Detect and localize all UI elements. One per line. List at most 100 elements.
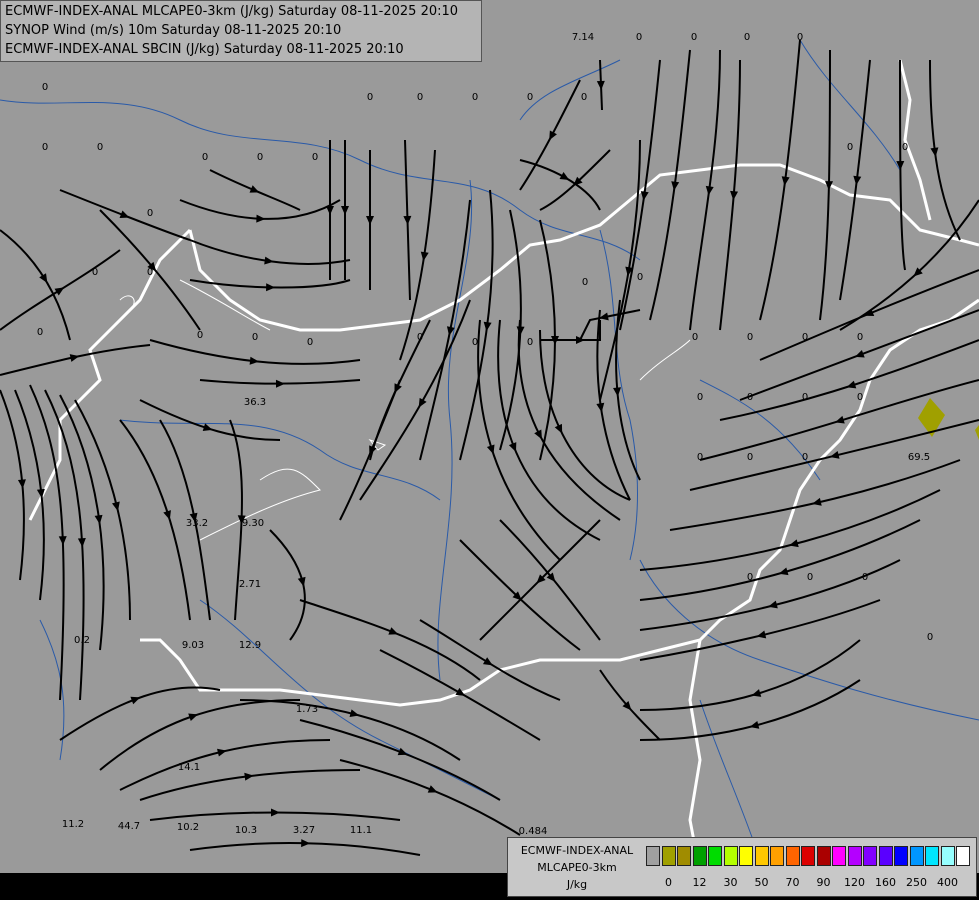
sbcin-value: 0 bbox=[312, 152, 318, 163]
sbcin-value: 0 bbox=[747, 452, 753, 463]
sbcin-value: 33.2 bbox=[186, 518, 208, 529]
header-line-cape: ECMWF-INDEX-ANAL MLCAPE0-3km (J/kg) Satu… bbox=[5, 4, 459, 19]
legend-tick: 120 bbox=[844, 876, 865, 889]
sbcin-value: 10.2 bbox=[177, 822, 199, 833]
sbcin-value: 0 bbox=[472, 92, 478, 103]
sbcin-value: 1.73 bbox=[296, 704, 318, 715]
sbcin-value: 0 bbox=[257, 152, 263, 163]
legend-swatch bbox=[956, 846, 970, 866]
sbcin-value: 44.7 bbox=[118, 821, 140, 832]
sbcin-value: 69.5 bbox=[908, 452, 930, 463]
legend-title-source: ECMWF-INDEX-ANAL bbox=[520, 844, 634, 857]
weather-map: 7.14 36.3 33.2 9.30 2.71 0.2 9.03 12.9 1.73 14.1 1… bbox=[0, 0, 979, 900]
legend-tick: 0 bbox=[665, 876, 672, 889]
legend-swatch bbox=[708, 846, 722, 866]
legend-tick: 160 bbox=[875, 876, 896, 889]
sbcin-value: 0 bbox=[307, 337, 313, 348]
sbcin-value: 11.2 bbox=[62, 819, 84, 830]
sbcin-value: 0 bbox=[802, 392, 808, 403]
sbcin-value: 0 bbox=[747, 572, 753, 583]
sbcin-value: 0 bbox=[862, 572, 868, 583]
sbcin-value: 0 bbox=[147, 267, 153, 278]
sbcin-value: 0 bbox=[202, 152, 208, 163]
legend-swatch bbox=[909, 846, 924, 866]
legend-swatch bbox=[863, 846, 877, 866]
sbcin-value: 0.484 bbox=[519, 826, 548, 837]
sbcin-value: 9.30 bbox=[242, 518, 264, 529]
legend-title-variable: MLCAPE0-3km bbox=[537, 861, 617, 874]
sbcin-value: 0 bbox=[527, 92, 533, 103]
cape-legend: ECMWF-INDEX-ANAL MLCAPE0-3km J/kg 0 12 30 5… bbox=[507, 837, 977, 897]
legend-tick: 400 bbox=[937, 876, 958, 889]
sbcin-value: 0 bbox=[472, 337, 478, 348]
legend-tick: 12 bbox=[692, 876, 707, 889]
legend-swatch bbox=[677, 846, 691, 866]
map-header: ECMWF-INDEX-ANAL MLCAPE0-3km (J/kg) Satu… bbox=[0, 0, 482, 62]
sbcin-value: 0 bbox=[857, 392, 863, 403]
sbcin-value: 0 bbox=[252, 332, 258, 343]
legend-swatch bbox=[847, 846, 862, 866]
sbcin-value: 0 bbox=[636, 32, 642, 43]
sbcin-value: 0 bbox=[692, 332, 698, 343]
legend-swatch bbox=[723, 846, 738, 866]
sbcin-value: 0 bbox=[367, 92, 373, 103]
sbcin-value: 0 bbox=[417, 92, 423, 103]
legend-swatch bbox=[770, 846, 784, 866]
sbcin-value: 3.27 bbox=[293, 825, 315, 836]
sbcin-value: 0 bbox=[92, 267, 98, 278]
header-line-wind: SYNOP Wind (m/s) 10m Saturday 08-11-2025… bbox=[5, 23, 342, 38]
header-line-cin: ECMWF-INDEX-ANAL SBCIN (J/kg) Saturday 0… bbox=[5, 42, 404, 57]
legend-swatch bbox=[816, 846, 831, 866]
legend-swatch bbox=[878, 846, 893, 866]
legend-swatch bbox=[754, 846, 769, 866]
sbcin-value: 0 bbox=[802, 332, 808, 343]
sbcin-value: 0.2 bbox=[74, 635, 90, 646]
sbcin-value: 10.3 bbox=[235, 825, 257, 836]
sbcin-value: 0 bbox=[637, 272, 643, 283]
sbcin-value: 2.71 bbox=[239, 579, 261, 590]
sbcin-value: 0 bbox=[847, 142, 853, 153]
sbcin-value: 7.14 bbox=[572, 32, 594, 43]
legend-swatch bbox=[692, 846, 707, 866]
sbcin-value: 11.1 bbox=[350, 825, 372, 836]
sbcin-value: 9.03 bbox=[182, 640, 204, 651]
legend-swatch bbox=[739, 846, 753, 866]
sbcin-value: 0 bbox=[42, 82, 48, 93]
sbcin-value: 0 bbox=[857, 332, 863, 343]
sbcin-value: 0 bbox=[691, 32, 697, 43]
sbcin-value: 0 bbox=[697, 392, 703, 403]
sbcin-value: 0 bbox=[42, 142, 48, 153]
sbcin-value: 0 bbox=[747, 332, 753, 343]
sbcin-value: 0 bbox=[97, 142, 103, 153]
legend-tick: 90 bbox=[816, 876, 831, 889]
sbcin-value: 0 bbox=[902, 142, 908, 153]
legend-swatch bbox=[646, 846, 660, 866]
legend-swatch bbox=[801, 846, 815, 866]
legend-swatch bbox=[785, 846, 800, 866]
sbcin-value: 36.3 bbox=[244, 397, 266, 408]
sbcin-value: 0 bbox=[744, 32, 750, 43]
sbcin-value: 0 bbox=[802, 452, 808, 463]
legend-swatch bbox=[832, 846, 846, 866]
legend-swatch bbox=[925, 846, 939, 866]
sbcin-value: 0 bbox=[197, 330, 203, 341]
sbcin-value: 0 bbox=[581, 92, 587, 103]
sbcin-value: 14.1 bbox=[178, 762, 200, 773]
legend-tick: 250 bbox=[906, 876, 927, 889]
legend-tick: 30 bbox=[723, 876, 738, 889]
sbcin-value: 0 bbox=[37, 327, 43, 338]
legend-swatch bbox=[940, 846, 955, 866]
legend-unit: J/kg bbox=[566, 878, 588, 891]
sbcin-value: 0 bbox=[927, 632, 933, 643]
legend-swatch bbox=[894, 846, 908, 866]
legend-tick: 70 bbox=[785, 876, 800, 889]
legend-tick: 50 bbox=[754, 876, 769, 889]
sbcin-value: 0 bbox=[417, 332, 423, 343]
sbcin-value: 0 bbox=[697, 452, 703, 463]
sbcin-value: 0 bbox=[807, 572, 813, 583]
sbcin-value: 0 bbox=[747, 392, 753, 403]
sbcin-value: 12.9 bbox=[239, 640, 261, 651]
sbcin-value: 0 bbox=[797, 32, 803, 43]
sbcin-value: 0 bbox=[582, 277, 588, 288]
sbcin-value: 0 bbox=[527, 337, 533, 348]
